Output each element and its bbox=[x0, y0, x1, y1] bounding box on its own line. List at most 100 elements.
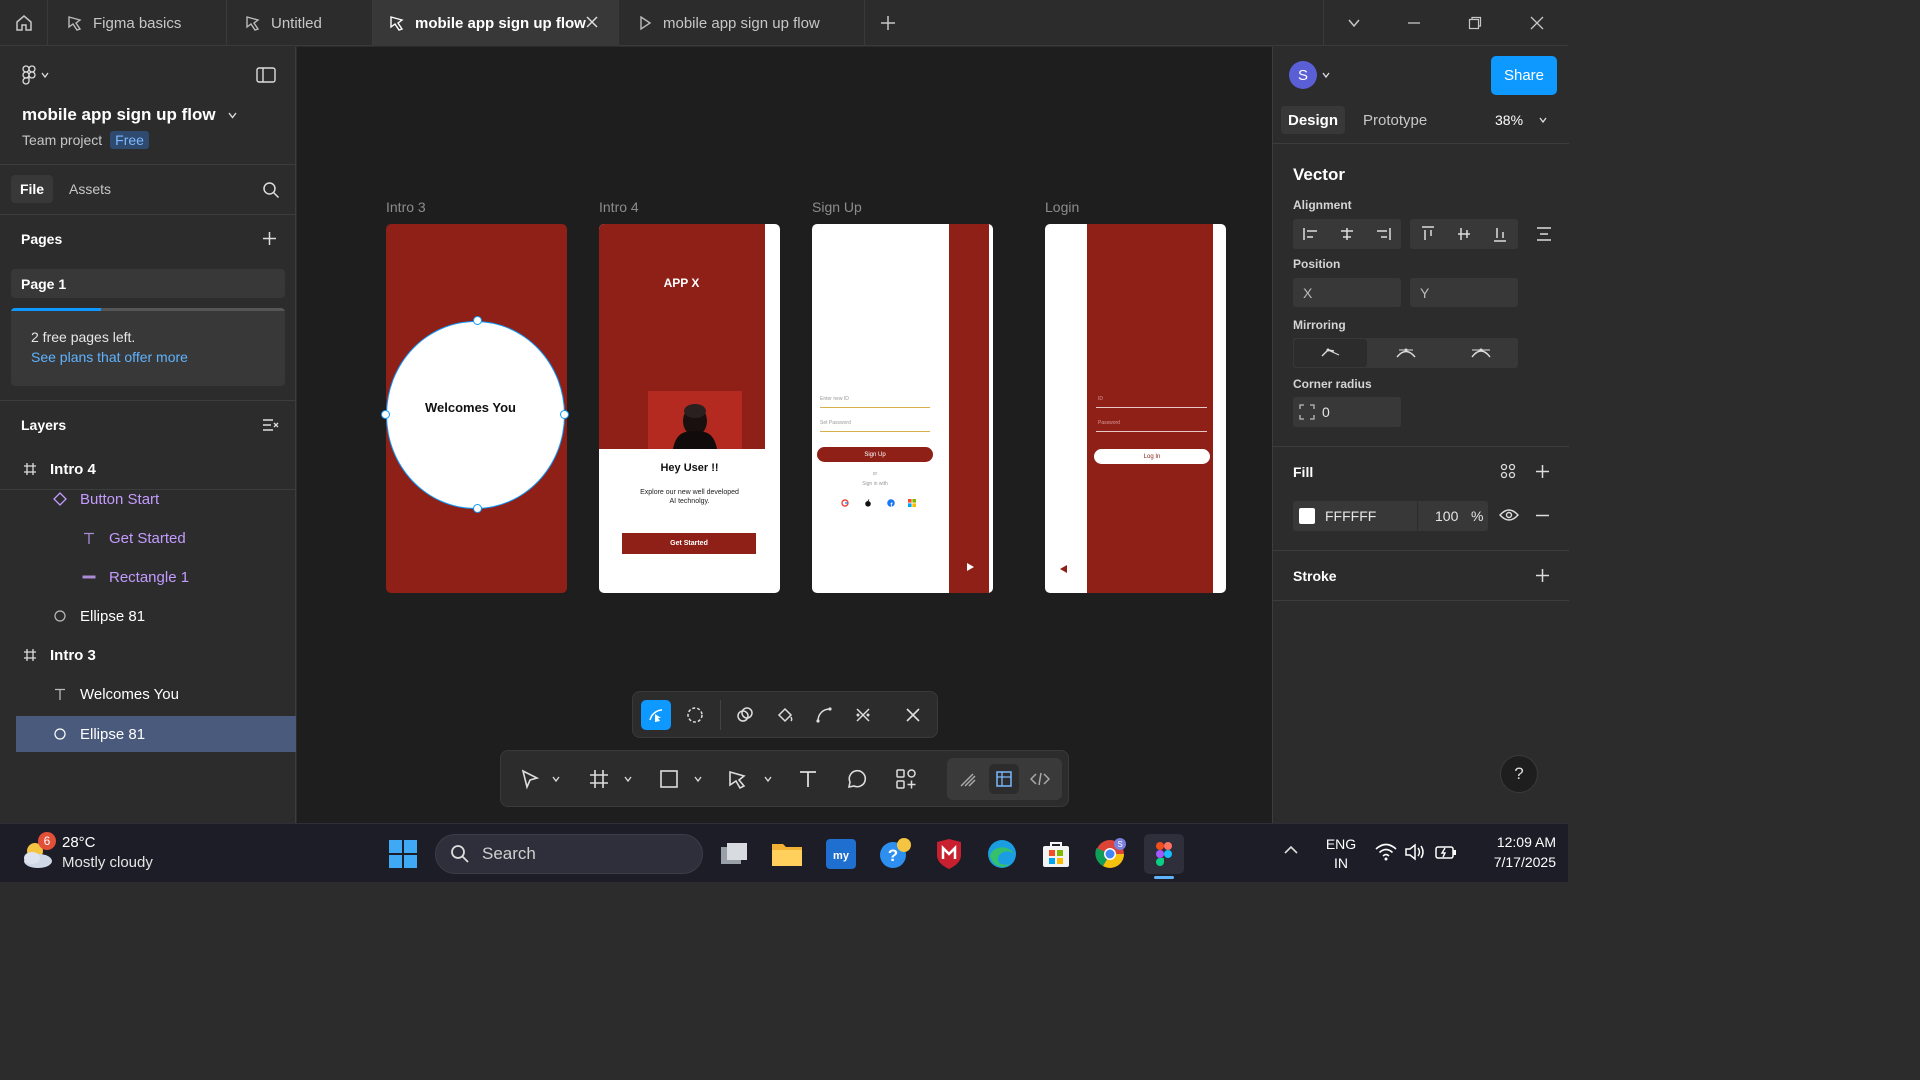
plan-badge[interactable]: Free bbox=[110, 131, 149, 149]
task-view-button[interactable] bbox=[714, 834, 754, 874]
selection-handle[interactable] bbox=[381, 410, 390, 419]
tab-figma-basics[interactable]: Figma basics bbox=[49, 0, 227, 46]
close-tab-icon[interactable] bbox=[584, 14, 600, 30]
microsoft-icon[interactable] bbox=[908, 499, 916, 507]
bend-tool-button[interactable] bbox=[641, 700, 671, 730]
add-fill-button[interactable] bbox=[1535, 464, 1550, 479]
fill-styles-button[interactable] bbox=[1500, 463, 1516, 479]
move-tool-dropdown[interactable] bbox=[549, 771, 563, 787]
shape-tool-dropdown[interactable] bbox=[691, 771, 705, 787]
close-window-button[interactable] bbox=[1507, 0, 1567, 46]
align-vertical-center-button[interactable] bbox=[1447, 220, 1481, 248]
file-explorer-button[interactable] bbox=[767, 834, 807, 874]
ellipse-81-selected[interactable]: Welcomes You bbox=[386, 321, 565, 509]
pen-tool-button[interactable] bbox=[723, 764, 753, 794]
taskbar-search[interactable]: Search bbox=[435, 834, 703, 874]
restore-button[interactable] bbox=[1445, 0, 1505, 46]
get-started-button[interactable]: Get Started bbox=[622, 533, 756, 554]
layer-intro-3[interactable]: Intro 3 bbox=[0, 637, 296, 673]
fill-color-field[interactable]: FFFFFF 100 % bbox=[1293, 501, 1488, 531]
password-field[interactable] bbox=[1096, 431, 1207, 432]
fill-swatch[interactable] bbox=[1299, 508, 1315, 524]
frame-label-intro-4[interactable]: Intro 4 bbox=[599, 199, 639, 215]
frame-label-login[interactable]: Login bbox=[1045, 199, 1079, 215]
align-horizontal-center-button[interactable] bbox=[1330, 220, 1364, 248]
frame-label-sign-up[interactable]: Sign Up bbox=[812, 199, 862, 215]
get-help-button[interactable]: ? bbox=[875, 834, 915, 874]
add-page-button[interactable] bbox=[262, 231, 277, 246]
cut-button[interactable] bbox=[848, 700, 878, 730]
toggle-fill-visibility-button[interactable] bbox=[1499, 508, 1519, 522]
file-name-button[interactable]: mobile app sign up flow bbox=[22, 105, 237, 125]
selection-handle[interactable] bbox=[560, 410, 569, 419]
mirror-angle-button[interactable] bbox=[1369, 339, 1442, 367]
frame-login[interactable]: ID Password Log In bbox=[1045, 224, 1226, 593]
align-right-button[interactable] bbox=[1366, 220, 1400, 248]
remove-fill-button[interactable] bbox=[1535, 514, 1550, 517]
frame-tool-button[interactable] bbox=[584, 764, 614, 794]
align-top-button[interactable] bbox=[1411, 220, 1445, 248]
toggle-sidebar-button[interactable] bbox=[256, 67, 276, 83]
figma-app-button[interactable] bbox=[1144, 834, 1184, 879]
tab-design[interactable]: Design bbox=[1281, 106, 1345, 134]
frame-tool-dropdown[interactable] bbox=[621, 771, 635, 787]
selection-handle[interactable] bbox=[473, 316, 482, 325]
text-tool-button[interactable] bbox=[793, 764, 823, 794]
tabs-dropdown-button[interactable] bbox=[1323, 0, 1383, 46]
layer-rectangle-1[interactable]: Rectangle 1 bbox=[0, 559, 296, 595]
user-menu-button[interactable]: S bbox=[1289, 61, 1330, 89]
tab-prototype-mobile-app-sign-up-flow[interactable]: mobile app sign up flow bbox=[619, 0, 865, 46]
distribute-button[interactable] bbox=[1527, 220, 1561, 248]
edge-browser-button[interactable] bbox=[982, 834, 1022, 874]
frame-sign-up[interactable]: Enter new ID Set Password Sign Up or Sig… bbox=[812, 224, 993, 593]
clock[interactable]: 12:09 AM 7/17/2025 bbox=[1466, 834, 1556, 870]
apple-icon[interactable] bbox=[864, 499, 872, 507]
next-arrow-icon[interactable] bbox=[967, 563, 974, 571]
see-plans-link[interactable]: See plans that offer more bbox=[31, 349, 188, 365]
temperature[interactable]: 28°C bbox=[62, 834, 96, 851]
selection-handle[interactable] bbox=[473, 504, 482, 513]
weather-widget-icon[interactable]: 6 bbox=[18, 832, 58, 874]
layer-ellipse-81-selected[interactable]: Ellipse 81 bbox=[16, 716, 296, 752]
align-left-button[interactable] bbox=[1294, 220, 1328, 248]
tab-prototype[interactable]: Prototype bbox=[1363, 112, 1427, 129]
layer-get-started[interactable]: Get Started bbox=[0, 520, 296, 556]
new-tab-button[interactable] bbox=[866, 0, 910, 46]
myhp-app-button[interactable]: my bbox=[821, 834, 861, 874]
layer-ellipse-81[interactable]: Ellipse 81 bbox=[0, 598, 296, 634]
show-hidden-icons-button[interactable] bbox=[1283, 844, 1299, 856]
main-menu-button[interactable] bbox=[22, 65, 49, 85]
shape-builder-button[interactable] bbox=[730, 700, 760, 730]
draw-mode-button[interactable] bbox=[953, 764, 983, 794]
help-button[interactable]: ? bbox=[1500, 755, 1538, 793]
pen-tool-dropdown[interactable] bbox=[761, 771, 775, 787]
new-id-field[interactable] bbox=[820, 407, 930, 408]
actions-button[interactable] bbox=[891, 764, 921, 794]
password-field[interactable] bbox=[820, 431, 930, 432]
sign-up-button[interactable]: Sign Up bbox=[817, 447, 933, 462]
layer-welcomes-you[interactable]: Welcomes You bbox=[0, 676, 296, 712]
frame-intro-4[interactable]: APP X Hey User !! Explore our new well d… bbox=[599, 224, 780, 593]
page-item-page-1[interactable]: Page 1 bbox=[11, 269, 285, 298]
mcafee-button[interactable] bbox=[929, 834, 969, 874]
google-icon[interactable] bbox=[841, 499, 849, 507]
lasso-button[interactable] bbox=[680, 700, 710, 730]
align-bottom-button[interactable] bbox=[1483, 220, 1517, 248]
move-tool-button[interactable] bbox=[515, 764, 545, 794]
share-button[interactable]: Share bbox=[1491, 56, 1557, 95]
id-field[interactable] bbox=[1096, 407, 1207, 408]
search-layers-button[interactable] bbox=[262, 181, 280, 199]
dev-mode-button[interactable] bbox=[1025, 764, 1055, 794]
weather-condition[interactable]: Mostly cloudy bbox=[62, 854, 153, 871]
paint-bucket-button[interactable] bbox=[770, 700, 800, 730]
design-mode-button[interactable] bbox=[989, 764, 1019, 794]
tab-untitled[interactable]: Untitled bbox=[227, 0, 373, 46]
start-button[interactable] bbox=[383, 834, 423, 874]
layer-button-start[interactable]: Button Start bbox=[0, 481, 296, 517]
rectangle-tool-button[interactable] bbox=[654, 764, 684, 794]
tab-file[interactable]: File bbox=[11, 175, 53, 203]
zoom-control[interactable]: 38% bbox=[1495, 112, 1547, 128]
microsoft-store-button[interactable] bbox=[1036, 834, 1076, 874]
x-position-field[interactable]: X bbox=[1293, 278, 1401, 307]
facebook-icon[interactable] bbox=[887, 499, 895, 507]
